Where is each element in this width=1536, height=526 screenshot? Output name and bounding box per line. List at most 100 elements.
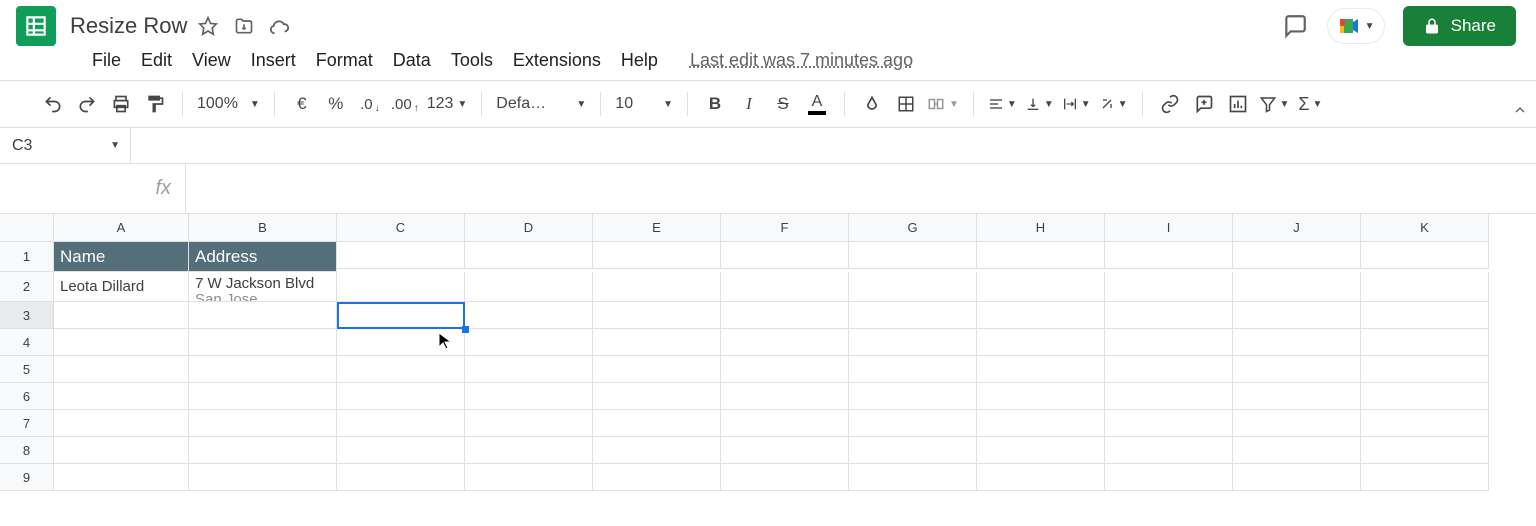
cell[interactable]: [1105, 272, 1233, 302]
cell[interactable]: [977, 464, 1105, 491]
cloud-status-icon[interactable]: [269, 15, 291, 37]
column-header[interactable]: E: [593, 214, 721, 242]
cell[interactable]: [721, 464, 849, 491]
cell[interactable]: [1233, 410, 1361, 437]
column-header[interactable]: K: [1361, 214, 1489, 242]
menu-tools[interactable]: Tools: [451, 50, 493, 71]
cell[interactable]: [465, 437, 593, 464]
document-title[interactable]: Resize Row: [66, 13, 187, 39]
cell[interactable]: [1233, 329, 1361, 356]
cell[interactable]: [977, 437, 1105, 464]
more-formats-button[interactable]: 123▼: [427, 90, 468, 118]
cell[interactable]: [1105, 437, 1233, 464]
menu-view[interactable]: View: [192, 50, 231, 71]
cell[interactable]: [1361, 329, 1489, 356]
cell[interactable]: [54, 383, 189, 410]
font-select[interactable]: Default (Ari… ▼: [486, 95, 596, 113]
strikethrough-button[interactable]: S: [770, 90, 796, 118]
redo-icon[interactable]: [74, 90, 100, 118]
cell[interactable]: [1233, 272, 1361, 302]
insert-link-icon[interactable]: [1157, 90, 1183, 118]
fill-color-icon[interactable]: [859, 90, 885, 118]
cell[interactable]: [337, 464, 465, 491]
cell[interactable]: [977, 302, 1105, 329]
column-header[interactable]: F: [721, 214, 849, 242]
last-edit-link[interactable]: Last edit was 7 minutes ago: [690, 50, 913, 71]
cell[interactable]: [1233, 242, 1361, 269]
cell[interactable]: [977, 356, 1105, 383]
cell[interactable]: [849, 464, 977, 491]
functions-button[interactable]: Σ▼: [1297, 90, 1323, 118]
cell[interactable]: [849, 242, 977, 269]
row-header[interactable]: 3: [0, 302, 54, 329]
cell[interactable]: [977, 242, 1105, 269]
insert-comment-icon[interactable]: [1191, 90, 1217, 118]
cell[interactable]: [54, 437, 189, 464]
cell[interactable]: [721, 410, 849, 437]
cell[interactable]: [849, 302, 977, 329]
cell[interactable]: [465, 356, 593, 383]
column-header[interactable]: H: [977, 214, 1105, 242]
cell[interactable]: [189, 329, 337, 356]
cell[interactable]: [465, 302, 593, 329]
cell[interactable]: [337, 383, 465, 410]
cell[interactable]: [189, 383, 337, 410]
cell[interactable]: [1361, 464, 1489, 491]
cell[interactable]: [337, 329, 465, 356]
column-header[interactable]: I: [1105, 214, 1233, 242]
text-rotation-button[interactable]: ▼: [1099, 90, 1128, 118]
cell[interactable]: [1361, 302, 1489, 329]
cell[interactable]: [1233, 464, 1361, 491]
cell[interactable]: [54, 410, 189, 437]
sheets-logo-icon[interactable]: [16, 6, 56, 46]
cell[interactable]: [1361, 356, 1489, 383]
cell[interactable]: 7 W Jackson BlvdSan Jose: [189, 272, 337, 302]
cell[interactable]: [1361, 383, 1489, 410]
font-size-select[interactable]: 10 ▼: [605, 95, 683, 113]
cell[interactable]: [1105, 302, 1233, 329]
comments-icon[interactable]: [1281, 12, 1309, 40]
text-wrap-button[interactable]: ▼: [1062, 90, 1091, 118]
cell[interactable]: [849, 329, 977, 356]
cell[interactable]: Name: [54, 242, 189, 272]
cell[interactable]: Leota Dillard: [54, 272, 189, 302]
cell[interactable]: [1105, 356, 1233, 383]
vertical-align-button[interactable]: ▼: [1025, 90, 1054, 118]
borders-icon[interactable]: [893, 90, 919, 118]
cell-selected[interactable]: [337, 302, 465, 329]
cell[interactable]: [721, 437, 849, 464]
cell[interactable]: [593, 410, 721, 437]
cell[interactable]: [465, 329, 593, 356]
row-header[interactable]: 4: [0, 329, 54, 356]
text-color-button[interactable]: A: [804, 90, 830, 118]
cell[interactable]: [593, 356, 721, 383]
move-icon[interactable]: [233, 15, 255, 37]
cell[interactable]: [721, 302, 849, 329]
cell[interactable]: [189, 464, 337, 491]
cell[interactable]: [465, 242, 593, 269]
cell[interactable]: [593, 272, 721, 302]
menu-insert[interactable]: Insert: [251, 50, 296, 71]
horizontal-align-button[interactable]: ▼: [988, 90, 1017, 118]
cell[interactable]: [721, 272, 849, 302]
meet-button[interactable]: ▼: [1327, 8, 1385, 44]
zoom-select[interactable]: 100% ▼: [187, 95, 270, 113]
cell[interactable]: [1361, 410, 1489, 437]
cell[interactable]: [337, 356, 465, 383]
cell[interactable]: [465, 464, 593, 491]
menu-extensions[interactable]: Extensions: [513, 50, 601, 71]
cell[interactable]: [465, 272, 593, 302]
cell[interactable]: [54, 329, 189, 356]
row-header[interactable]: 5: [0, 356, 54, 383]
menu-help[interactable]: Help: [621, 50, 658, 71]
cell[interactable]: [1105, 464, 1233, 491]
undo-icon[interactable]: [40, 90, 66, 118]
decrease-decimal-icon[interactable]: .0↓: [357, 90, 383, 118]
cell[interactable]: [849, 410, 977, 437]
cell[interactable]: [465, 383, 593, 410]
formula-input[interactable]: [186, 164, 1536, 213]
menu-format[interactable]: Format: [316, 50, 373, 71]
cell[interactable]: [189, 410, 337, 437]
cell[interactable]: [721, 383, 849, 410]
filter-button[interactable]: ▼: [1259, 90, 1290, 118]
